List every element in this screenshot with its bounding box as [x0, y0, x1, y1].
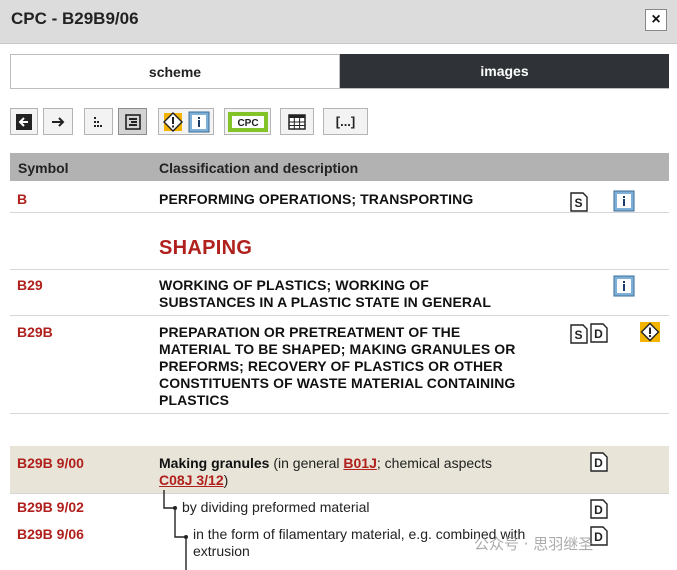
d-icon[interactable]: D [589, 323, 609, 343]
row-divider [10, 212, 669, 213]
link-b01j[interactable]: B01J [343, 455, 376, 471]
row-divider [10, 315, 669, 316]
d-icon[interactable]: D [589, 452, 609, 472]
svg-text:S: S [574, 196, 582, 210]
group-title: Making granules [159, 455, 270, 471]
watermark: 公众号 · 思羽继圣 [474, 535, 594, 553]
info-icon[interactable] [613, 190, 635, 212]
header-description: Classification and description [159, 160, 359, 176]
symbol-b29b-9-00[interactable]: B29B 9/00 [17, 455, 84, 471]
description-text: ; chemical aspects [376, 455, 493, 471]
description-b29: WORKING OF PLASTICS; WORKING OF SUBSTANC… [159, 277, 491, 311]
description-text: (in general [269, 455, 344, 471]
description-line: CONSTITUENTS OF WASTE MATERIAL CONTAININ… [159, 375, 516, 391]
symbol-b29b-9-02[interactable]: B29B 9/02 [17, 499, 84, 515]
header-symbol: Symbol [18, 160, 69, 176]
forward-button[interactable] [43, 108, 73, 135]
description-line: WORKING OF PLASTICS; WORKING OF [159, 277, 429, 293]
notes-button[interactable]: [...] [323, 108, 368, 135]
svg-text:S: S [574, 328, 582, 342]
svg-text:CPC: CPC [237, 118, 258, 129]
window-title: CPC - B29B9/06 [11, 9, 139, 28]
tree-levels-icon [93, 116, 102, 127]
description-b29b-9-02: by dividing preformed material [182, 499, 370, 515]
cpc-icon: CPC [227, 111, 268, 132]
row-divider [10, 493, 669, 494]
tab-images[interactable]: images [340, 54, 669, 89]
warning-icon[interactable] [639, 321, 660, 342]
link-c08j-3-12[interactable]: C08J 3/12 [159, 472, 224, 488]
tab-divider [10, 88, 669, 89]
title-bar: CPC - B29B9/06 × [0, 0, 677, 44]
cpc-button[interactable]: CPC [224, 108, 271, 135]
description-line: PREPARATION OR PRETREATMENT OF THE [159, 324, 461, 340]
svg-text:D: D [594, 530, 603, 544]
symbol-b[interactable]: B [17, 191, 27, 207]
svg-text:D: D [594, 456, 603, 470]
svg-text:D: D [594, 503, 603, 517]
description-line: SUBSTANCES IN A PLASTIC STATE IN GENERAL [159, 294, 491, 310]
back-button[interactable] [10, 108, 38, 135]
description-line: PREFORMS; RECOVERY OF PLASTICS OR OTHER [159, 358, 503, 374]
table-grid-icon [288, 113, 306, 130]
ellipsis-bracket-icon: [...] [335, 114, 356, 129]
table-button[interactable] [280, 108, 314, 135]
description-line: MATERIAL TO BE SHAPED; MAKING GRANULES O… [159, 341, 516, 357]
info-icon[interactable] [613, 275, 635, 297]
warning-icon [163, 111, 183, 132]
row-divider [10, 413, 669, 414]
description-text: ) [223, 472, 229, 488]
description-line: PLASTICS [159, 392, 230, 408]
close-button[interactable]: × [645, 9, 667, 31]
warning-info-button[interactable] [158, 108, 214, 135]
symbol-b29b[interactable]: B29B [17, 324, 53, 340]
description-b29b: PREPARATION OR PRETREATMENT OF THE MATER… [159, 324, 515, 409]
svg-text:D: D [594, 327, 603, 341]
indent-view-button[interactable] [118, 108, 147, 135]
row-divider [10, 269, 669, 270]
levels-button[interactable] [84, 108, 113, 135]
indent-view-icon [124, 113, 141, 130]
arrow-right-icon [52, 116, 65, 127]
info-icon [188, 111, 210, 132]
arrow-left-icon [16, 113, 32, 130]
s-icon[interactable]: S [569, 324, 589, 344]
symbol-b29[interactable]: B29 [17, 277, 43, 293]
s-icon[interactable]: S [569, 192, 589, 212]
symbol-b29b-9-06[interactable]: B29B 9/06 [17, 526, 84, 542]
section-heading: SHAPING [159, 237, 253, 259]
d-icon[interactable]: D [589, 499, 609, 519]
table-header: Symbol Classification and description [10, 153, 669, 181]
description-b29b-9-00: Making granules (in general B01J; chemic… [159, 455, 559, 489]
description-b: PERFORMING OPERATIONS; TRANSPORTING [159, 191, 474, 207]
tab-scheme[interactable]: scheme [10, 54, 340, 89]
